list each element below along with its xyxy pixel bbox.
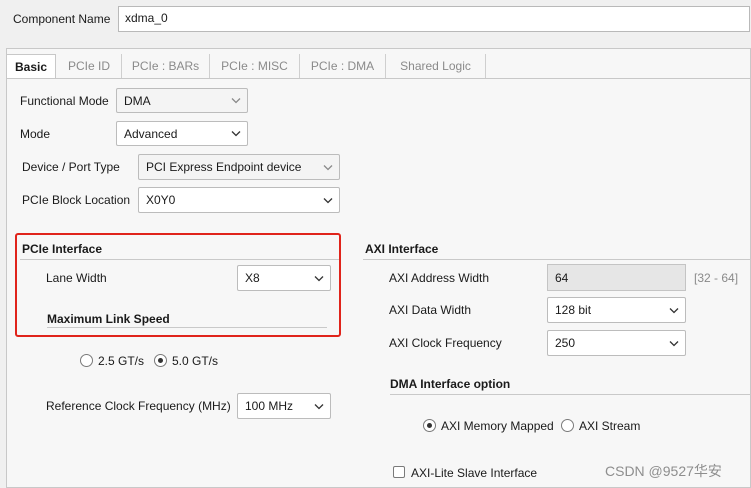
axi-memory-mapped-label[interactable]: AXI Memory Mapped [441, 419, 554, 433]
dma-interface-title: DMA Interface option [390, 377, 511, 391]
watermark-text: CSDN @9527华安 [605, 463, 722, 479]
axi-interface-title: AXI Interface [365, 242, 439, 256]
tab-pcie-id[interactable]: PCIe ID [57, 54, 122, 78]
chevron-down-icon [317, 188, 339, 212]
speed-2-5-radio[interactable] [80, 354, 93, 367]
ref-clock-label: Reference Clock Frequency (MHz) [46, 399, 231, 413]
axi-clock-freq-dropdown[interactable]: 250 [547, 330, 686, 356]
mode-label: Mode [20, 127, 51, 141]
device-port-type-label: Device / Port Type [22, 160, 120, 174]
axi-address-width-label: AXI Address Width [389, 271, 490, 285]
chevron-down-icon [308, 394, 330, 418]
component-name-label: Component Name [13, 12, 111, 26]
speed-5-0-radio[interactable] [154, 354, 167, 367]
chevron-down-icon [663, 331, 685, 355]
axi-lite-slave-label[interactable]: AXI-Lite Slave Interface [411, 466, 537, 480]
tab-pcie-dma[interactable]: PCIe : DMA [300, 54, 386, 78]
axi-clock-freq-value: 250 [555, 336, 576, 350]
axi-interface-divider [363, 259, 751, 260]
axi-memory-mapped-radio[interactable] [423, 419, 436, 432]
chevron-down-icon [225, 89, 247, 112]
mode-dropdown[interactable]: Advanced [116, 121, 248, 146]
functional-mode-label: Functional Mode [20, 94, 109, 108]
tab-strip-divider [6, 78, 751, 79]
block-location-label: PCIe Block Location [22, 193, 131, 207]
axi-clock-freq-label: AXI Clock Frequency [389, 336, 502, 350]
tab-basic[interactable]: Basic [6, 54, 56, 78]
highlight-box [15, 233, 341, 337]
axi-lite-slave-checkbox[interactable] [393, 466, 405, 478]
axi-address-width-field: 64 [547, 264, 686, 291]
axi-stream-radio[interactable] [561, 419, 574, 432]
chevron-down-icon [225, 122, 247, 145]
speed-2-5-label[interactable]: 2.5 GT/s [98, 354, 144, 368]
mode-value: Advanced [124, 126, 178, 141]
speed-5-0-label[interactable]: 5.0 GT/s [172, 354, 218, 368]
device-port-type-value: PCI Express Endpoint device [146, 160, 302, 174]
tab-pcie-bars[interactable]: PCIe : BARs [122, 54, 210, 78]
axi-data-width-label: AXI Data Width [389, 303, 472, 317]
dma-interface-divider [390, 394, 751, 395]
ref-clock-value: 100 MHz [245, 399, 294, 413]
functional-mode-value: DMA [124, 93, 151, 108]
axi-address-width-range: [32 - 64] [694, 271, 739, 285]
chevron-down-icon [317, 155, 339, 179]
functional-mode-dropdown[interactable]: DMA [116, 88, 248, 113]
axi-data-width-value: 128 bit [555, 303, 592, 317]
tab-pcie-misc[interactable]: PCIe : MISC [210, 54, 300, 78]
block-location-value: X0Y0 [146, 193, 176, 207]
device-port-type-dropdown[interactable]: PCI Express Endpoint device [138, 154, 340, 180]
axi-data-width-dropdown[interactable]: 128 bit [547, 297, 686, 323]
component-name-input[interactable]: xdma_0 [118, 6, 750, 32]
ref-clock-dropdown[interactable]: 100 MHz [237, 393, 331, 419]
chevron-down-icon [663, 298, 685, 322]
block-location-dropdown[interactable]: X0Y0 [138, 187, 340, 213]
tab-shared-logic[interactable]: Shared Logic [386, 54, 486, 78]
axi-stream-label[interactable]: AXI Stream [579, 419, 640, 433]
